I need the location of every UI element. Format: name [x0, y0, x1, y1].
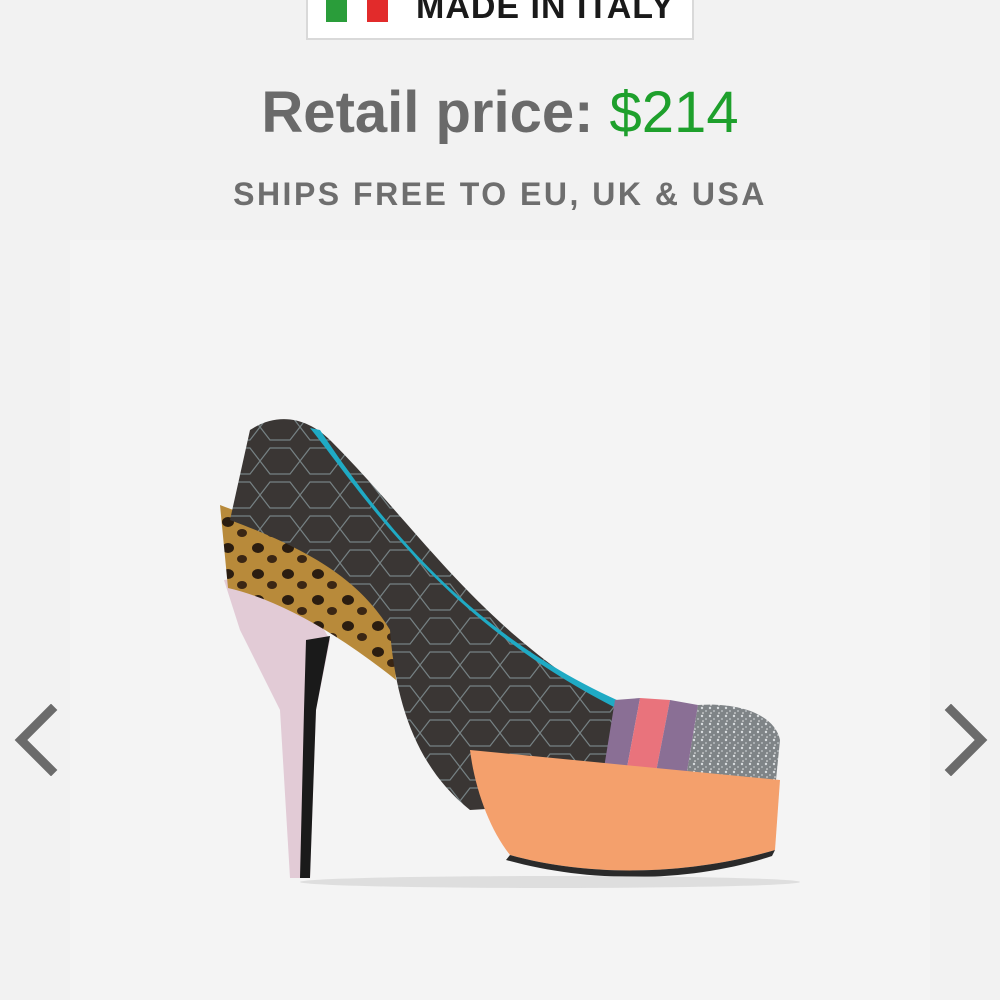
price-label: Retail price: [261, 80, 594, 145]
retail-price: Retail price: $214 [0, 78, 1000, 148]
price-value: $214 [609, 80, 739, 145]
product-image-area [70, 240, 930, 1000]
badge-text: MADE IN ITALY [416, 0, 675, 26]
previous-image-button[interactable] [6, 700, 66, 780]
shipping-info: SHIPS FREE TO EU, UK & USA [233, 176, 767, 212]
chevron-left-icon [14, 704, 58, 776]
chevron-right-icon [944, 704, 988, 776]
made-in-italy-badge: MADE IN ITALY [306, 0, 694, 40]
high-heel-shoe-image[interactable] [220, 410, 800, 890]
product-page: MADE IN ITALY Retail price: $214 SHIPS F… [0, 0, 1000, 1000]
italy-flag-icon [326, 0, 389, 22]
next-image-button[interactable] [936, 700, 996, 780]
